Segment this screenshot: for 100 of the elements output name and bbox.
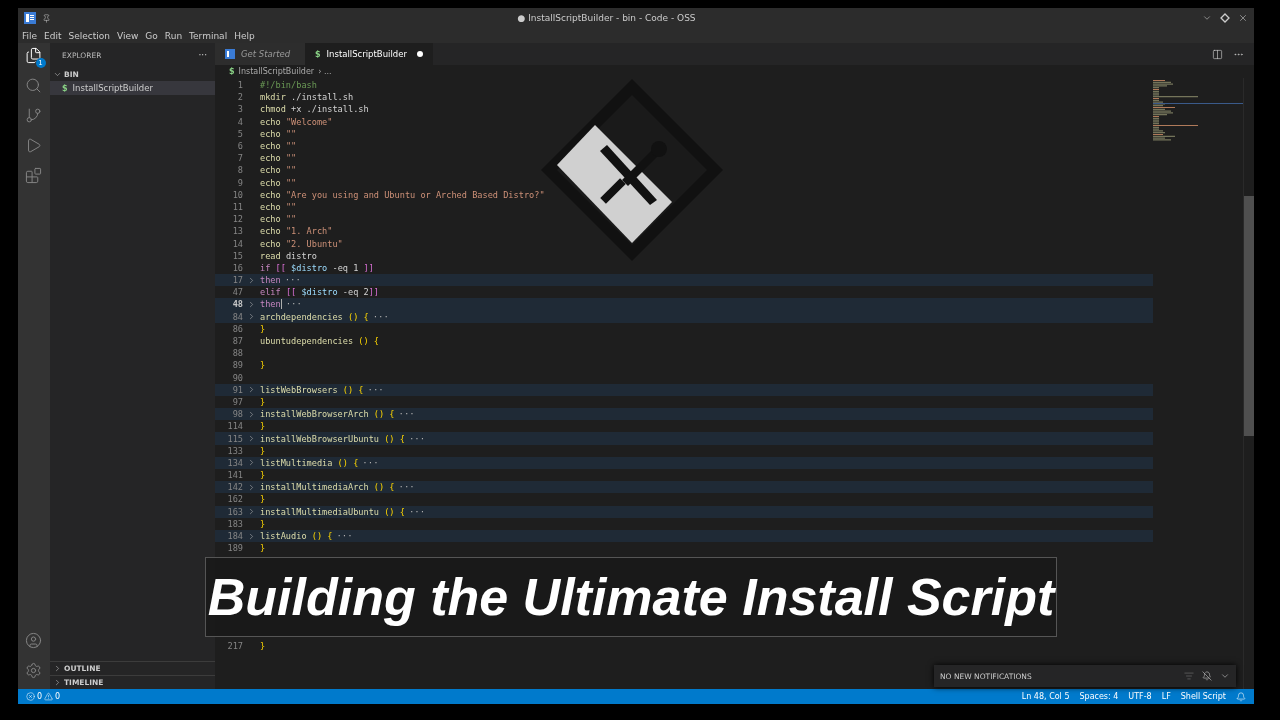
folded-ellipsis[interactable]: ··· (398, 482, 415, 493)
shell-file-icon: $ (62, 83, 68, 93)
folded-ellipsis[interactable]: ··· (372, 311, 389, 322)
status-item[interactable]: UTF-8 (1128, 692, 1152, 701)
code-token: () { (357, 336, 379, 347)
notifications-bell-icon[interactable] (1236, 691, 1246, 702)
code-token: listWebBrowsers (260, 384, 338, 395)
code-token: () { (341, 384, 364, 395)
line-number: 163 (226, 506, 243, 517)
code-token: } (260, 470, 266, 481)
more-actions[interactable]: ··· (198, 50, 207, 60)
clear-all-icon[interactable] (1184, 671, 1194, 681)
code-token: $distro (300, 287, 338, 298)
folded-ellipsis[interactable]: ··· (336, 531, 353, 542)
line-number: 87 (231, 336, 243, 347)
code-token: "" (284, 128, 297, 139)
fold-chevron-icon[interactable] (247, 458, 256, 468)
code-token: echo (260, 226, 281, 237)
menu-item[interactable]: Selection (68, 30, 110, 41)
fold-chevron-icon[interactable] (247, 409, 256, 419)
line-number: 17 (231, 275, 243, 286)
code-token: () { (346, 311, 369, 322)
app-logo-icon (225, 49, 235, 59)
code-token: } (260, 641, 266, 652)
code-token: chmod (260, 104, 286, 115)
code-token: installWebBrowserUbuntu (260, 433, 379, 444)
problems-indicator[interactable]: 0 0 (26, 692, 61, 701)
code-token: echo (260, 128, 281, 139)
collapse-icon[interactable] (1220, 671, 1230, 681)
folded-ellipsis[interactable]: ··· (398, 409, 415, 420)
line-number: 6 (236, 141, 243, 152)
shell-file-icon: $ (229, 67, 235, 76)
code-token: () { (372, 482, 395, 493)
code-token: ubuntudependencies (260, 336, 354, 347)
code-token: () { (336, 457, 359, 468)
line-number: 97 (231, 396, 243, 407)
status-item[interactable]: Shell Script (1180, 692, 1226, 701)
scrollbar-thumb[interactable] (1244, 196, 1254, 436)
minimize-icon[interactable] (1202, 13, 1212, 23)
menu-item[interactable]: File (22, 30, 38, 41)
code-token: +x ./install.sh (290, 104, 369, 115)
line-number: 115 (226, 433, 243, 444)
editor-tab[interactable]: $ InstallScriptBuilder (305, 43, 433, 65)
breadcrumb-trail[interactable]: › ... (318, 67, 332, 76)
menu-item[interactable]: View (117, 30, 139, 41)
split-editor-icon[interactable] (1212, 48, 1223, 60)
code-token: () { (372, 409, 395, 420)
code-token: echo (260, 189, 281, 200)
fold-chevron-icon[interactable] (247, 275, 256, 285)
editor-tab[interactable]: Get Started (215, 43, 305, 65)
fold-chevron-icon[interactable] (247, 507, 256, 517)
do-not-disturb-icon[interactable] (1202, 671, 1212, 681)
code-token: echo (260, 214, 281, 225)
line-number: 16 (231, 262, 243, 273)
folded-ellipsis[interactable]: ··· (408, 433, 426, 444)
menu-item[interactable]: Terminal (189, 30, 228, 41)
folded-ellipsis[interactable]: ··· (284, 275, 301, 286)
pin-icon[interactable] (42, 13, 51, 23)
folded-ellipsis[interactable]: ··· (408, 506, 426, 517)
fold-chevron-icon[interactable] (247, 531, 256, 541)
folded-ellipsis[interactable]: ··· (362, 457, 379, 468)
menu-item[interactable]: Help (234, 30, 255, 41)
line-number: 11 (231, 201, 243, 212)
line-number: 162 (226, 494, 243, 505)
code-token: "Welcome" (284, 116, 333, 127)
breadcrumb-file[interactable]: InstallScriptBuilder (238, 67, 315, 76)
status-item[interactable]: Ln 48, Col 5 (1021, 692, 1070, 701)
line-number: 183 (226, 518, 243, 529)
code-token: installMultimediaArch (260, 482, 369, 493)
app-logo-icon (24, 12, 36, 24)
code-token: -eq 1 (331, 262, 360, 273)
code-token: "2. Ubuntu" (284, 238, 343, 249)
status-item[interactable]: Spaces: 4 (1079, 692, 1119, 701)
close-icon[interactable] (1238, 13, 1248, 23)
maximize-icon[interactable] (1220, 13, 1230, 23)
line-number: 90 (231, 372, 243, 383)
line-number: 3 (236, 104, 243, 115)
code-token: "" (284, 153, 297, 164)
window-title: ● InstallScriptBuilder - bin - Code - OSS (516, 13, 697, 23)
menu-item[interactable]: Edit (44, 30, 62, 41)
folded-ellipsis[interactable]: ··· (285, 299, 302, 310)
line-number: 133 (226, 445, 243, 456)
menu-item[interactable]: Run (164, 30, 183, 41)
line-number: 84 (231, 311, 243, 322)
explorer-tree-row[interactable]: $ InstallScriptBuilder (50, 81, 215, 95)
code-token: "" (284, 214, 297, 225)
code-token: listMultimedia (260, 457, 333, 468)
fold-chevron-icon[interactable] (247, 434, 256, 444)
line-number: 5 (236, 128, 243, 139)
line-number: 2 (236, 92, 243, 103)
fold-chevron-icon[interactable] (247, 385, 256, 395)
code-token: "Are you using and Ubuntu or Arched Based Distro?" (284, 189, 545, 200)
folded-ellipsis[interactable]: ··· (367, 384, 384, 395)
code-token: [[ (284, 287, 297, 298)
status-item[interactable]: LF (1161, 692, 1171, 701)
code-token: echo (260, 238, 281, 249)
code-token: "" (284, 201, 297, 212)
fold-chevron-icon[interactable] (247, 482, 256, 492)
line-number: 114 (226, 421, 243, 432)
menu-item[interactable]: Go (145, 30, 158, 41)
